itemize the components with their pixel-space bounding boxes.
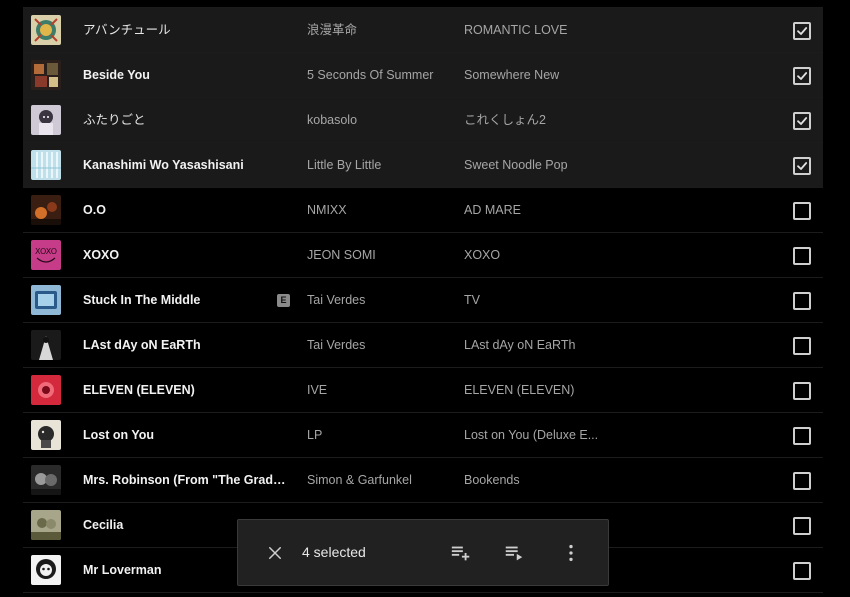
track-album-link[interactable]: Lost on You (Deluxe E... (464, 413, 609, 458)
track-row[interactable]: Lost on You LP Lost on You (Deluxe E... (23, 413, 823, 458)
checkbox-unchecked[interactable] (793, 427, 811, 445)
checkbox-unchecked[interactable] (793, 292, 811, 310)
track-title: アバンチュール (83, 23, 171, 37)
checkbox-unchecked[interactable] (793, 562, 811, 580)
track-row[interactable]: Beside You 5 Seconds Of Summer Somewhere N… (23, 53, 823, 98)
track-row[interactable]: LAst dAy oN EaRTh Tai Verdes LAst dAy oN E… (23, 323, 823, 368)
track-artist-link[interactable]: JEON SOMI (307, 233, 452, 278)
track-album-link[interactable]: ROMANTIC LOVE (464, 8, 609, 53)
track-artist-link[interactable]: Simon & Garfunkel (307, 458, 452, 503)
track-album-link[interactable]: ELEVEN (ELEVEN) (464, 368, 609, 413)
track-artist-link[interactable]: kobasolo (307, 98, 452, 143)
checkbox-checked[interactable] (793, 67, 811, 85)
checkbox-unchecked[interactable] (793, 202, 811, 220)
album-art-thumbnail[interactable] (31, 420, 61, 450)
track-title: Stuck In The Middle (83, 293, 201, 307)
track-artist-link[interactable]: LP (307, 413, 452, 458)
track-album-link[interactable]: これくしょん2 (464, 98, 609, 143)
track-artist-link[interactable]: 5 Seconds Of Summer (307, 53, 452, 98)
album-art-thumbnail[interactable] (31, 465, 61, 495)
track-row[interactable]: アバンチュール 浪漫革命 ROMANTIC LOVE (23, 8, 823, 53)
more-options-icon[interactable] (560, 542, 582, 564)
track-artist-link[interactable]: Tai Verdes (307, 278, 452, 323)
track-title: Mrs. Robinson (From "The Gradua... (83, 473, 293, 487)
album-art-thumbnail[interactable]: XOXO (31, 240, 61, 270)
track-row[interactable]: Kanashimi Wo Yasashisani Little By Little… (23, 143, 823, 188)
explicit-badge: E (277, 294, 290, 307)
album-art-thumbnail[interactable] (31, 60, 61, 90)
track-title: ふたりごと (83, 113, 146, 127)
track-artist-link[interactable]: 浪漫革命 (307, 8, 452, 53)
checkbox-unchecked[interactable] (793, 517, 811, 535)
track-title: XOXO (83, 248, 120, 262)
track-album-link[interactable]: TV (464, 278, 609, 323)
track-album-link[interactable]: AD MARE (464, 188, 609, 233)
checkmark-icon (797, 72, 808, 80)
track-album-link[interactable]: Somewhere New (464, 53, 609, 98)
checkbox-checked[interactable] (793, 157, 811, 175)
selected-count: 4 selected (302, 544, 366, 560)
track-artist-link[interactable] (307, 0, 452, 8)
track-row[interactable] (23, 0, 823, 8)
album-art-thumbnail[interactable] (31, 195, 61, 225)
checkmark-icon (797, 27, 808, 35)
album-art-thumbnail[interactable] (31, 510, 61, 540)
album-art-thumbnail[interactable] (31, 330, 61, 360)
track-album-link[interactable]: Sweet Noodle Pop (464, 143, 609, 188)
track-title: Kanashimi Wo Yasashisani (83, 158, 244, 172)
track-list-page: アバンチュール 浪漫革命 ROMANTIC LOVE Beside You 5 Seco… (0, 0, 850, 597)
track-artist-link[interactable]: Tai Verdes (307, 323, 452, 368)
album-art-thumbnail[interactable] (31, 555, 61, 585)
add-to-playlist-icon[interactable] (450, 542, 472, 564)
track-row[interactable]: ふたりごと kobasolo これくしょん2 (23, 98, 823, 143)
album-art-thumbnail[interactable] (31, 375, 61, 405)
track-row[interactable]: ELEVEN (ELEVEN) IVE ELEVEN (ELEVEN) (23, 368, 823, 413)
selection-action-bar: 4 selected (237, 519, 609, 586)
checkbox-checked[interactable] (793, 112, 811, 130)
track-row[interactable]: Mrs. Robinson (From "The Gradua... Simon … (23, 458, 823, 503)
checkbox-unchecked[interactable] (793, 382, 811, 400)
track-row[interactable]: XOXO XOXO JEON SOMI XOXO (23, 233, 823, 278)
svg-text:XOXO: XOXO (35, 247, 57, 256)
close-icon[interactable] (266, 544, 284, 562)
checkbox-unchecked[interactable] (793, 337, 811, 355)
track-title: O.O (83, 203, 106, 217)
track-album-link[interactable]: XOXO (464, 233, 609, 278)
album-art-thumbnail[interactable] (31, 150, 61, 180)
checkmark-icon (797, 162, 808, 170)
track-artist-link[interactable]: IVE (307, 368, 452, 413)
album-art-thumbnail[interactable] (31, 105, 61, 135)
track-album-link[interactable]: LAst dAy oN EaRTh (464, 323, 609, 368)
track-list: アバンチュール 浪漫革命 ROMANTIC LOVE Beside You 5 Seco… (23, 0, 823, 593)
track-title: Lost on You (83, 428, 155, 442)
add-to-queue-icon[interactable] (503, 542, 525, 564)
track-title: LAst dAy oN EaRTh (83, 338, 201, 352)
album-art-thumbnail[interactable] (31, 285, 61, 315)
track-row[interactable]: Stuck In The Middle E Tai Verdes TV (23, 278, 823, 323)
checkbox-unchecked[interactable] (793, 247, 811, 265)
track-artist-link[interactable]: NMIXX (307, 188, 452, 233)
checkbox-checked[interactable] (793, 22, 811, 40)
album-art-thumbnail[interactable] (31, 15, 61, 45)
checkbox-unchecked[interactable] (793, 472, 811, 490)
track-album-link[interactable]: Bookends (464, 458, 609, 503)
track-album-link[interactable] (464, 0, 609, 8)
track-title: Beside You (83, 68, 150, 82)
track-artist-link[interactable]: Little By Little (307, 143, 452, 188)
track-row[interactable]: O.O NMIXX AD MARE (23, 188, 823, 233)
track-title (83, 0, 293, 8)
track-title: ELEVEN (ELEVEN) (83, 383, 195, 397)
checkmark-icon (797, 117, 808, 125)
